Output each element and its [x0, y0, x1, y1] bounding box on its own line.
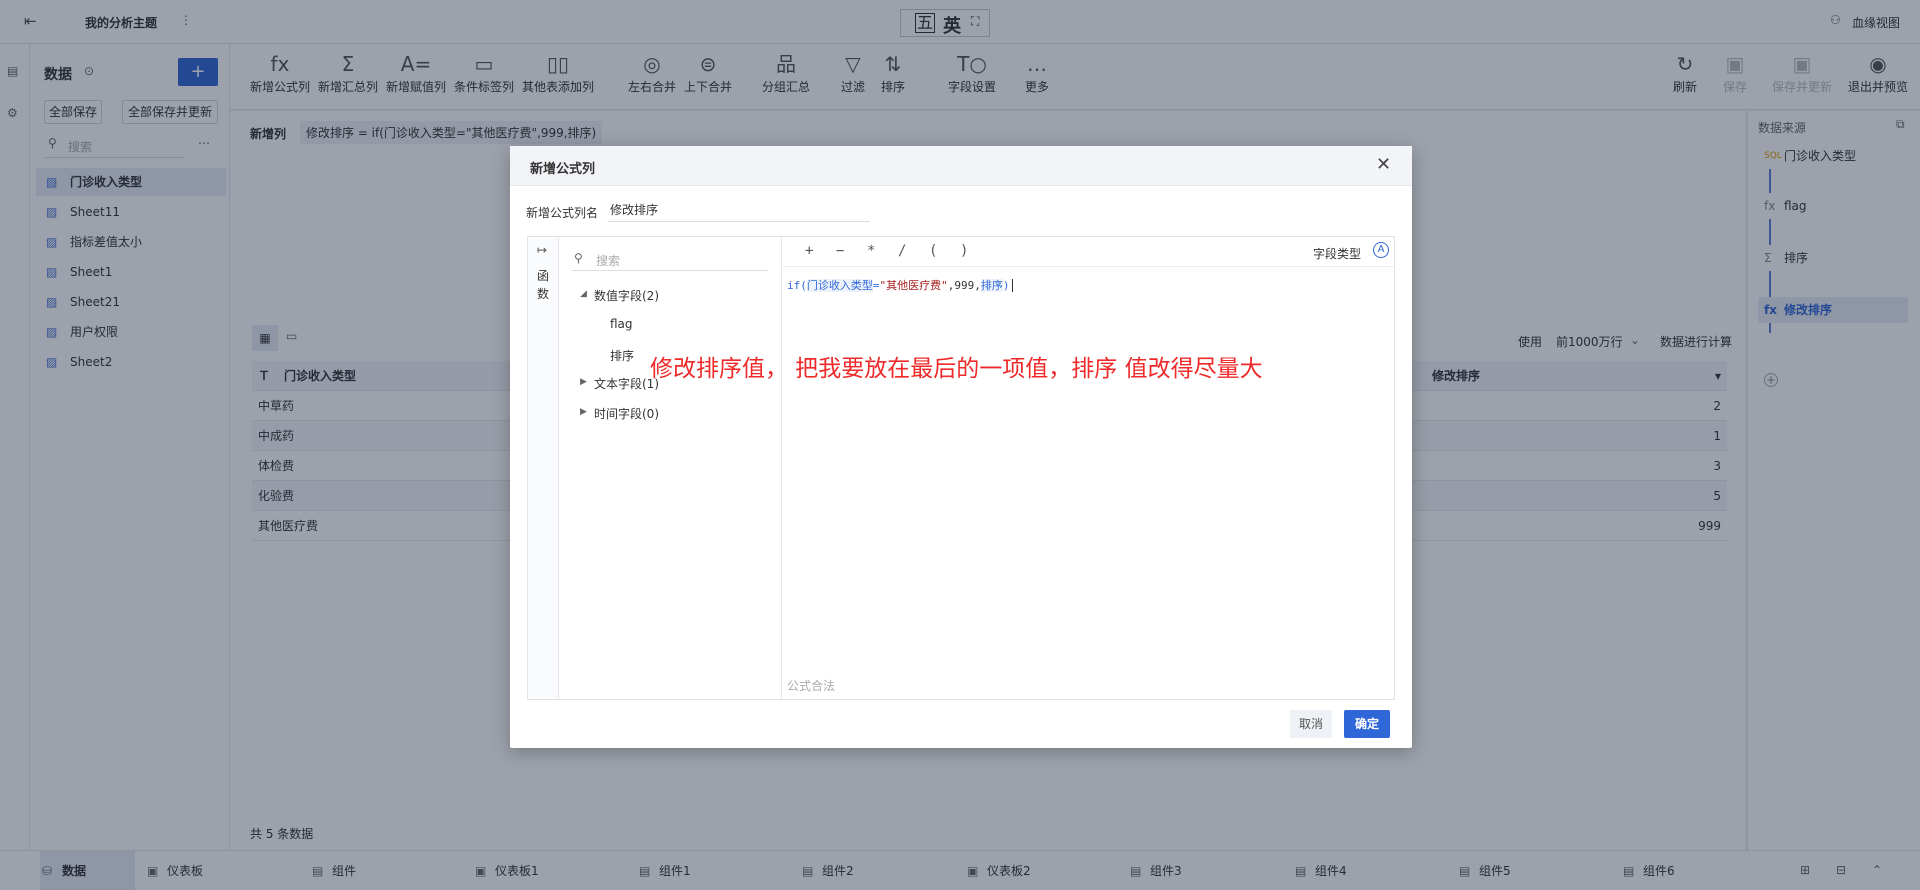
annotation-text: 修改排序值， 把我要放在最后的一项值，排序 值改得尽量大	[650, 356, 1263, 382]
field-type-label: 字段类型	[1313, 247, 1362, 261]
expand-icon[interactable]: ◢	[580, 289, 587, 299]
field-search[interactable]: ⚲ 搜索	[572, 247, 768, 271]
field-tree-panel: ⚲ 搜索 ◢ 数值字段(2) flag 排序 ▶ 文本字段(1) ▶ 时间字段(…	[560, 237, 782, 699]
collapse-icon[interactable]: ▶	[580, 377, 587, 387]
tree-item-flag[interactable]: flag	[610, 317, 633, 331]
cancel-button[interactable]: 取消	[1290, 710, 1332, 738]
column-name-label: 新增公式列名	[526, 206, 599, 220]
formula-token: if(	[787, 279, 807, 292]
dialog-header: 新增公式列 ✕	[510, 146, 1412, 186]
formula-field-token: 门诊收入类型	[806, 279, 873, 292]
tree-group-numeric[interactable]: 数值字段(2)	[594, 287, 659, 304]
formula-token: =	[872, 279, 880, 292]
formula-string-token: "其他医疗费"	[879, 279, 948, 292]
tree-group-time[interactable]: 时间字段(0)	[594, 405, 659, 422]
open-paren-operator[interactable]: (	[929, 243, 937, 259]
column-name-input[interactable]: 修改排序	[608, 198, 870, 222]
minus-operator[interactable]: −	[836, 243, 844, 259]
formula-status: 公式合法	[787, 679, 836, 693]
confirm-button[interactable]: 确定	[1344, 710, 1390, 738]
formula-column-dialog: 新增公式列 ✕ 新增公式列名 修改排序 ↦ 函数 ⚲ 搜索 ◢ 数值字段(2) …	[510, 146, 1412, 748]
field-search-placeholder: 搜索	[596, 254, 621, 268]
function-arrow-icon: ↦	[537, 243, 548, 257]
field-type-icon[interactable]: A	[1373, 242, 1389, 258]
formula-editor-frame: ↦ 函数 ⚲ 搜索 ◢ 数值字段(2) flag 排序 ▶ 文本字段(1) ▶ …	[527, 236, 1395, 700]
formula-area: + − * / ( ) 字段类型 A if(门诊收入类型="其他医疗费",999…	[783, 237, 1394, 699]
close-paren-operator[interactable]: )	[960, 243, 968, 259]
dialog-title: 新增公式列	[530, 162, 596, 177]
tree-item-sort[interactable]: 排序	[610, 347, 634, 364]
function-tab-label: 函数	[537, 269, 550, 301]
formula-token: )	[1002, 279, 1010, 292]
operator-bar: + − * / ( ) 字段类型 A	[783, 237, 1394, 267]
search-icon: ⚲	[574, 251, 583, 265]
close-icon[interactable]: ✕	[1376, 154, 1391, 175]
collapse-icon[interactable]: ▶	[580, 407, 587, 417]
multiply-operator[interactable]: *	[867, 243, 875, 259]
text-cursor	[1011, 279, 1013, 292]
formula-field-token: 排序	[980, 279, 1003, 292]
function-tab[interactable]: ↦ 函数	[528, 237, 559, 699]
formula-editor[interactable]: if(门诊收入类型="其他医疗费",999,排序)	[787, 277, 1013, 293]
divide-operator[interactable]: /	[898, 243, 906, 259]
formula-token: ,999,	[947, 279, 981, 292]
plus-operator[interactable]: +	[805, 243, 813, 259]
